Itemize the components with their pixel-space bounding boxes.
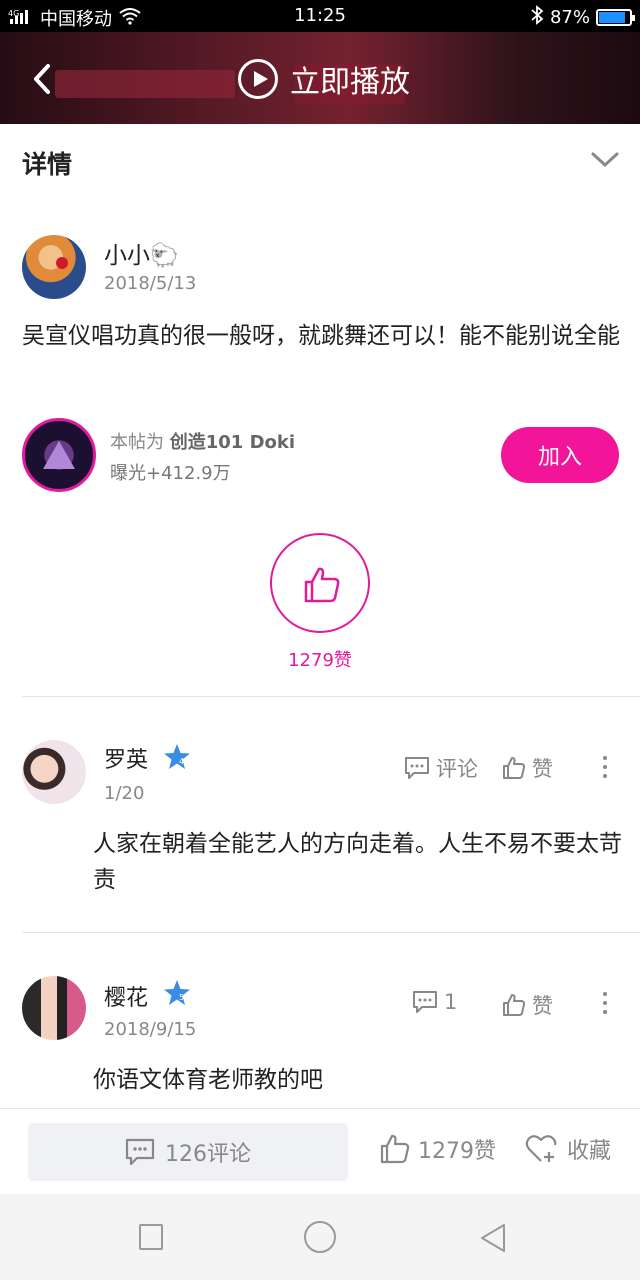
- comment-date: 2018/9/15: [104, 1019, 197, 1040]
- reply-label: 评论: [436, 757, 478, 781]
- post-date: 2018/5/13: [104, 273, 197, 294]
- detail-title: 详情: [22, 150, 73, 179]
- post-text: 吴宣仪唱功真的很一般呀，就跳舞还可以！能不能别说全能: [22, 323, 620, 349]
- comment-text: 人家在朝着全能艺人的方向走着。人生不易不要太苛责: [93, 831, 622, 893]
- heart-plus-icon: [525, 1135, 557, 1162]
- like-button[interactable]: [270, 533, 370, 633]
- back-arrow-icon: [34, 64, 50, 94]
- comment-icon: [405, 757, 429, 779]
- favorite-label: 收藏: [567, 1139, 612, 1164]
- likes-count-label: 1279赞: [418, 1139, 496, 1164]
- comments-count-label: 126评论: [165, 1142, 251, 1167]
- comment-like-label: 赞: [532, 757, 553, 781]
- commenter-avatar[interactable]: [22, 976, 86, 1040]
- collapse-button[interactable]: [590, 150, 620, 170]
- comment-input-button[interactable]: 126评论: [28, 1123, 348, 1181]
- thumbs-up-icon: [503, 757, 526, 779]
- community-prefix: 本帖为: [110, 432, 164, 453]
- comment-icon: [125, 1138, 155, 1166]
- divider: [22, 932, 640, 933]
- author-avatar[interactable]: [22, 235, 86, 299]
- status-right: 87%: [530, 5, 635, 30]
- status-bar: 4G 中国移动 11:25 87%: [0, 0, 640, 32]
- like-count: 1279赞: [288, 650, 352, 671]
- reply-button[interactable]: 评论: [404, 753, 478, 783]
- nav-back-button[interactable]: [478, 1222, 508, 1254]
- play-now-label: 立即播放: [290, 65, 410, 100]
- divider: [22, 696, 640, 697]
- author-name[interactable]: 小小🐑: [104, 236, 179, 270]
- svg-text:4: 4: [179, 757, 184, 766]
- more-options-icon[interactable]: [602, 756, 608, 778]
- more-options-icon[interactable]: [602, 992, 608, 1014]
- svg-text:5: 5: [179, 993, 184, 1002]
- play-icon: [238, 59, 278, 99]
- favorite-button[interactable]: 收藏: [525, 1133, 611, 1165]
- play-now-button[interactable]: 立即播放: [238, 57, 410, 101]
- video-header[interactable]: 立即播放: [0, 32, 640, 124]
- comment-like-button[interactable]: 赞: [502, 753, 553, 783]
- system-nav-bar: [0, 1194, 640, 1280]
- commenter-name[interactable]: 罗英: [104, 742, 148, 774]
- comment-like-label: 赞: [532, 994, 553, 1018]
- community-name: 创造101 Doki: [169, 432, 296, 453]
- back-button[interactable]: [28, 62, 58, 96]
- battery-percent: 87%: [549, 7, 590, 28]
- home-button[interactable]: [304, 1221, 336, 1253]
- thumbs-up-icon: [304, 567, 340, 603]
- battery-fill: [599, 12, 625, 23]
- thumbs-up-icon: [380, 1134, 410, 1164]
- bottom-like-button[interactable]: 1279赞: [380, 1133, 496, 1165]
- comment-icon: [413, 991, 437, 1013]
- commenter-name[interactable]: 樱花: [104, 980, 148, 1012]
- level-star-icon: 4: [164, 744, 190, 769]
- community-logo: [43, 441, 75, 469]
- bottom-action-bar: 126评论 1279赞 收藏: [0, 1108, 640, 1194]
- comment-date: 1/20: [104, 783, 145, 804]
- reply-count: 1: [444, 990, 458, 1014]
- chevron-down-icon: [591, 152, 619, 168]
- comment-like-button[interactable]: 赞: [502, 990, 553, 1020]
- reply-button[interactable]: 1: [412, 990, 457, 1014]
- comment-text: 你语文体育老师教的吧: [93, 1067, 323, 1093]
- bluetooth-icon: [530, 5, 544, 30]
- community-exposure: 曝光+412.9万: [110, 463, 231, 484]
- battery-icon: [596, 9, 635, 26]
- commenter-avatar[interactable]: [22, 740, 86, 804]
- avatar-rose: [56, 257, 68, 269]
- community-avatar[interactable]: [22, 418, 96, 492]
- recent-apps-button[interactable]: [139, 1224, 163, 1250]
- thumbs-up-icon: [503, 994, 526, 1016]
- level-star-icon: 5: [164, 980, 190, 1005]
- community-label[interactable]: 本帖为 创造101 Doki: [110, 428, 295, 454]
- join-button[interactable]: 加入: [501, 427, 619, 483]
